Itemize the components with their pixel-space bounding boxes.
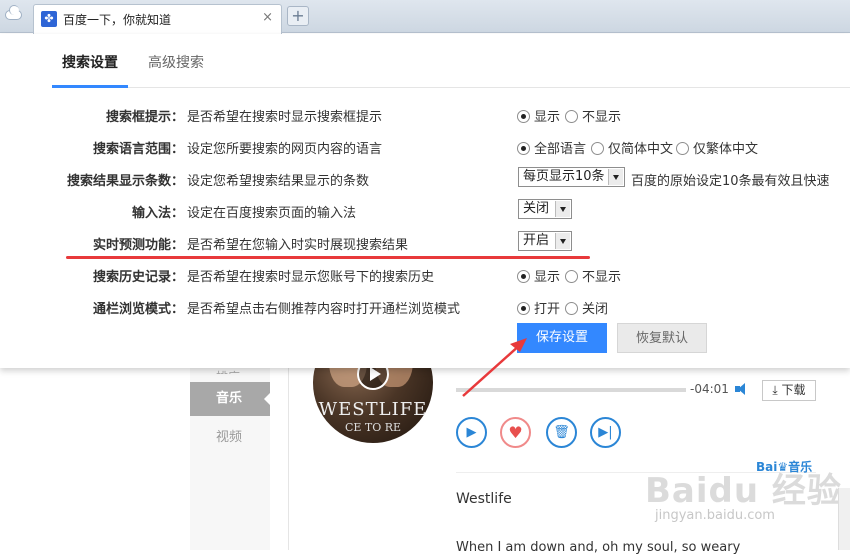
setting-row-history: 搜索历史记录： 是否希望在搜索时显示您账号下的搜索历史 显示 不显示 bbox=[0, 262, 850, 286]
setting-label: 搜索语言范围： bbox=[92, 142, 184, 157]
setting-row-wide-mode: 通栏浏览模式： 是否希望点击右侧推荐内容时打开通栏浏览模式 打开 关闭 bbox=[0, 294, 850, 318]
input-method-select[interactable]: 关闭 bbox=[518, 199, 572, 219]
baidu-paw-icon: ✤ bbox=[41, 11, 57, 27]
radio-label: 仅繁体中文 bbox=[693, 142, 759, 157]
radio-label: 显示 bbox=[534, 270, 561, 285]
setting-row-instant-prediction: 实时预测功能： 是否希望在您输入时实时展现搜索结果 开启 bbox=[0, 230, 850, 254]
setting-row-result-count: 搜索结果显示条数： 设定您希望搜索结果显示的条数 每页显示10条 百度的原始设定… bbox=[0, 166, 850, 190]
radio-label: 不显示 bbox=[582, 110, 622, 125]
radio-icon[interactable] bbox=[565, 110, 578, 123]
active-tab-indicator bbox=[52, 85, 128, 88]
search-settings-panel: 搜索设置 高级搜索 搜索框提示： 是否希望在搜索时显示搜索框提示 显示 不显示 … bbox=[0, 34, 850, 368]
setting-row-language: 搜索语言范围： 设定您所要搜索的网页内容的语言 全部语言 仅简体中文 仅繁体中文 bbox=[0, 134, 850, 158]
setting-desc: 设定您所要搜索的网页内容的语言 bbox=[187, 142, 383, 157]
lyric-line: When I am down and, oh my soul, so weary bbox=[456, 540, 741, 555]
radio-icon[interactable] bbox=[565, 302, 578, 315]
chevron-down-icon[interactable] bbox=[555, 233, 570, 249]
radio-hide[interactable]: 不显示 bbox=[565, 106, 621, 125]
play-button[interactable]: ▶ bbox=[456, 417, 487, 448]
radio-label: 全部语言 bbox=[534, 142, 587, 157]
setting-label: 搜索历史记录： bbox=[92, 270, 184, 285]
setting-desc: 是否希望点击右侧推荐内容时打开通栏浏览模式 bbox=[187, 302, 461, 317]
radio-selected-icon[interactable] bbox=[517, 110, 530, 123]
watermark: Baidu 经验 bbox=[645, 471, 842, 511]
result-count-select[interactable]: 每页显示10条 bbox=[518, 167, 625, 187]
setting-label: 通栏浏览模式： bbox=[92, 302, 184, 317]
radio-history-hide[interactable]: 不显示 bbox=[565, 266, 621, 285]
setting-label: 输入法： bbox=[131, 206, 184, 221]
select-value: 开启 bbox=[523, 233, 550, 248]
browser-tab-strip: ✤ 百度一下，你就知道 × + bbox=[0, 0, 850, 34]
save-settings-button[interactable]: 保存设置 bbox=[517, 323, 607, 353]
lyric-artist: Westlife bbox=[456, 491, 512, 507]
progress-bar[interactable] bbox=[456, 388, 686, 392]
volume-icon[interactable] bbox=[735, 382, 751, 396]
tab-title: 百度一下，你就知道 bbox=[63, 13, 172, 27]
chevron-down-icon[interactable] bbox=[555, 201, 570, 217]
setting-label: 搜索结果显示条数： bbox=[66, 174, 184, 189]
radio-icon[interactable] bbox=[565, 270, 578, 283]
sidebar-item-music[interactable]: 音乐 bbox=[190, 382, 270, 416]
close-tab-icon[interactable]: × bbox=[262, 10, 273, 25]
setting-desc: 是否希望在您输入时实时展现搜索结果 bbox=[187, 238, 409, 253]
time-remaining: -04:01 bbox=[690, 382, 729, 396]
radio-label: 不显示 bbox=[582, 270, 622, 285]
setting-label: 搜索框提示： bbox=[105, 110, 184, 125]
scrollbar[interactable] bbox=[838, 488, 850, 550]
cloud-icon[interactable] bbox=[5, 5, 22, 20]
setting-note: 百度的原始设定10条最有效且快速 bbox=[631, 174, 830, 189]
download-label: 下载 bbox=[781, 383, 806, 397]
divider bbox=[288, 368, 289, 550]
radio-selected-icon[interactable] bbox=[517, 270, 530, 283]
setting-row-input-method: 输入法： 设定在百度搜索页面的输入法 关闭 bbox=[0, 198, 850, 222]
select-value: 每页显示10条 bbox=[523, 169, 605, 184]
chevron-down-icon[interactable] bbox=[608, 169, 623, 185]
radio-label: 打开 bbox=[534, 302, 561, 317]
like-button[interactable]: ♥ bbox=[500, 417, 531, 448]
next-button[interactable]: ▶| bbox=[590, 417, 621, 448]
restore-defaults-button[interactable]: 恢复默认 bbox=[617, 323, 707, 353]
radio-label: 仅简体中文 bbox=[608, 142, 674, 157]
radio-wide-close[interactable]: 关闭 bbox=[565, 298, 608, 317]
radio-traditional[interactable]: 仅繁体中文 bbox=[676, 138, 758, 157]
instant-prediction-select[interactable]: 开启 bbox=[518, 231, 572, 251]
setting-row-suggestion: 搜索框提示： 是否希望在搜索时显示搜索框提示 显示 不显示 bbox=[0, 102, 850, 126]
album-title: WESTLIFE bbox=[318, 399, 428, 420]
setting-desc: 设定在百度搜索页面的输入法 bbox=[187, 206, 357, 221]
settings-tabs: 搜索设置 高级搜索 bbox=[52, 34, 850, 88]
radio-icon[interactable] bbox=[591, 142, 604, 155]
sidebar-item-partial[interactable]: 排序 bbox=[216, 368, 240, 374]
radio-wide-open[interactable]: 打开 bbox=[517, 298, 560, 317]
setting-label: 实时预测功能： bbox=[92, 238, 184, 253]
setting-desc: 是否希望在搜索时显示您账号下的搜索历史 bbox=[187, 270, 435, 285]
download-button[interactable]: ⤓ 下载 bbox=[762, 380, 816, 401]
new-tab-button[interactable]: + bbox=[287, 6, 309, 26]
setting-desc: 设定您希望搜索结果显示的条数 bbox=[187, 174, 370, 189]
delete-button[interactable]: 🗑 bbox=[546, 417, 577, 448]
radio-selected-icon[interactable] bbox=[517, 302, 530, 315]
annotation-underline bbox=[66, 256, 590, 259]
radio-selected-icon[interactable] bbox=[517, 142, 530, 155]
sidebar-item-video[interactable]: 视频 bbox=[216, 426, 242, 445]
setting-desc: 是否希望在搜索时显示搜索框提示 bbox=[187, 110, 383, 125]
watermark-url: jingyan.baidu.com bbox=[655, 508, 775, 523]
radio-icon[interactable] bbox=[676, 142, 689, 155]
radio-show[interactable]: 显示 bbox=[517, 106, 560, 125]
radio-simplified[interactable]: 仅简体中文 bbox=[591, 138, 673, 157]
background-music-page: 排序 音乐 视频 WESTLIFE CE TO RE -04:01 ⤓ 下载 ▶… bbox=[0, 323, 850, 555]
album-subtitle: CE TO RE bbox=[344, 421, 402, 434]
radio-label: 显示 bbox=[534, 110, 561, 125]
tab-search-settings[interactable]: 搜索设置 bbox=[62, 52, 118, 72]
select-value: 关闭 bbox=[523, 201, 550, 216]
radio-history-show[interactable]: 显示 bbox=[517, 266, 560, 285]
tab-advanced-search[interactable]: 高级搜索 bbox=[148, 52, 204, 72]
radio-label: 关闭 bbox=[582, 302, 609, 317]
radio-all-languages[interactable]: 全部语言 bbox=[517, 138, 586, 157]
browser-tab[interactable]: ✤ 百度一下，你就知道 × bbox=[33, 4, 282, 34]
